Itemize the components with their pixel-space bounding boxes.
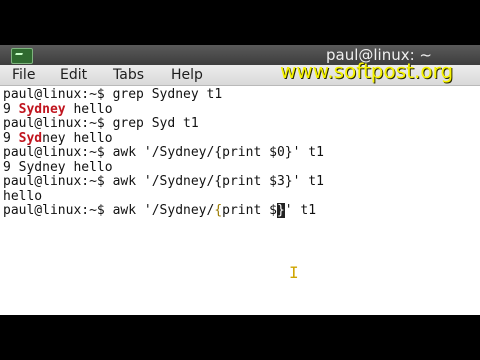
- menu-edit[interactable]: Edit: [60, 65, 87, 86]
- prompt-glyph: [14, 53, 23, 58]
- terminal-line: paul@linux:~$ awk '/Sydney/{print $0}' t…: [3, 145, 324, 160]
- menu-file[interactable]: File: [12, 65, 35, 86]
- terminal-line: paul@linux:~$ awk '/Sydney/{print $}' t1: [3, 203, 316, 218]
- prompt: paul@linux:~$: [3, 174, 113, 189]
- output-text: 9: [3, 102, 19, 117]
- command: print $: [222, 203, 277, 218]
- prompt: paul@linux:~$: [3, 145, 113, 160]
- text-cursor: }: [276, 203, 285, 218]
- prompt: paul@linux:~$: [3, 116, 113, 131]
- output-text: hello: [3, 189, 43, 204]
- terminal-line: 9 Sydney hello: [3, 102, 113, 117]
- terminal-line: hello: [3, 189, 42, 204]
- grep-match: Syd: [18, 131, 43, 146]
- terminal-line: 9 Sydney hello: [3, 160, 113, 175]
- menu-help[interactable]: Help: [171, 65, 203, 86]
- text-ibeam-cursor-icon: I: [289, 265, 299, 281]
- menu-tabs[interactable]: Tabs: [113, 65, 144, 86]
- prompt: paul@linux:~$: [3, 87, 113, 102]
- command: grep Sydney t1: [112, 87, 223, 102]
- grep-match: Sydney: [18, 102, 66, 117]
- terminal-line: 9 Sydney hello: [3, 131, 113, 146]
- command: ' t1: [284, 203, 317, 218]
- terminal-output[interactable]: paul@linux:~$ grep Sydney t1 9 Sydney he…: [0, 87, 480, 315]
- terminal-line: paul@linux:~$ grep Syd t1: [3, 116, 199, 131]
- site-watermark: www.softpost.org: [280, 59, 454, 83]
- terminal-line: paul@linux:~$ awk '/Sydney/{print $3}' t…: [3, 174, 324, 189]
- output-text: 9 Sydney hello: [3, 160, 113, 175]
- command: grep Syd t1: [112, 116, 199, 131]
- command: awk '/Sydney/: [112, 203, 215, 218]
- prompt: paul@linux:~$: [3, 203, 113, 218]
- command: awk '/Sydney/{print $3}' t1: [112, 174, 324, 189]
- terminal-window: paul@linux: ~ File Edit Tabs Help www.so…: [0, 45, 480, 315]
- output-text: 9: [3, 131, 19, 146]
- matched-brace: {: [214, 203, 223, 218]
- command: awk '/Sydney/{print $0}' t1: [112, 145, 324, 160]
- terminal-app-icon[interactable]: [11, 48, 33, 64]
- output-text: ney hello: [42, 131, 113, 146]
- output-text: hello: [65, 102, 113, 117]
- terminal-line: paul@linux:~$ grep Sydney t1: [3, 87, 222, 102]
